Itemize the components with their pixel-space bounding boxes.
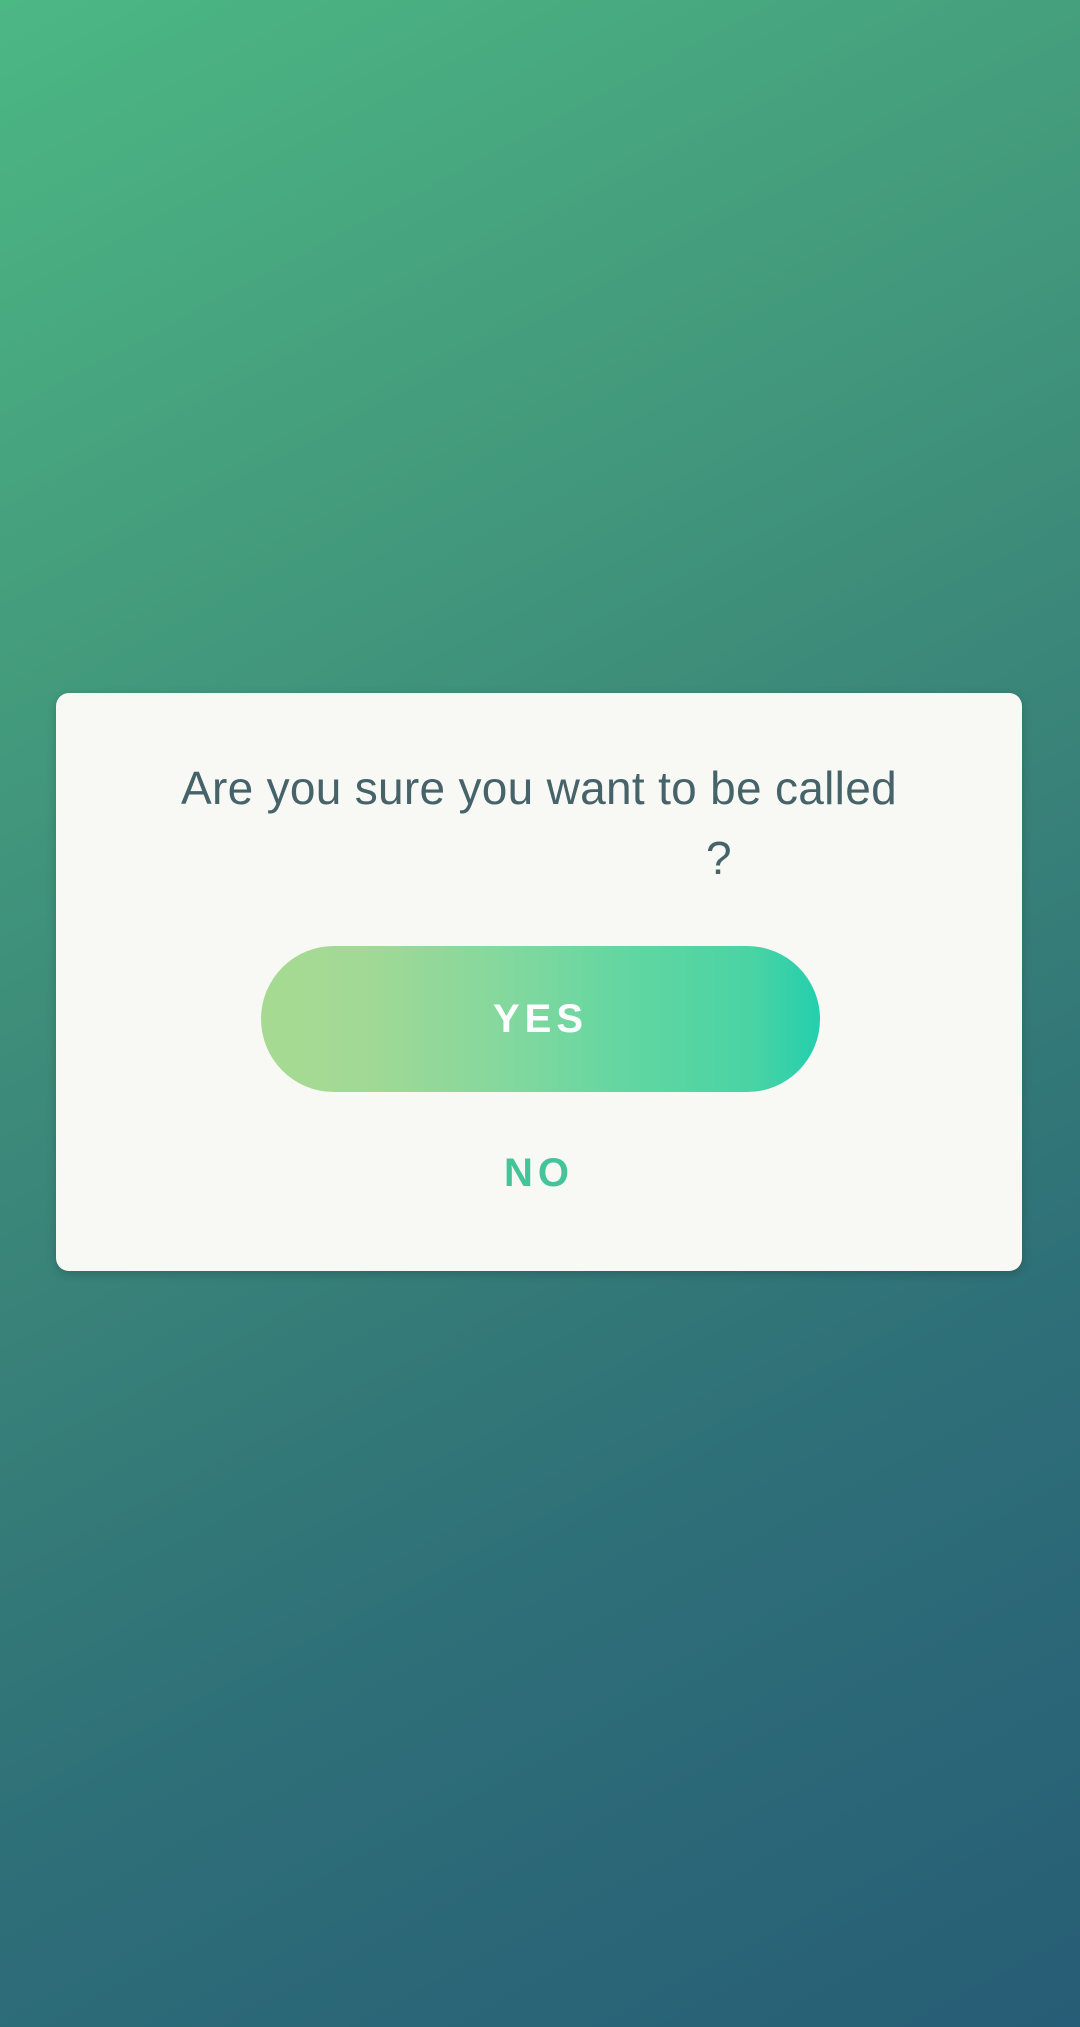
dialog-message: Are you sure you want to be called ? — [56, 753, 1022, 893]
no-button[interactable]: NO — [439, 1141, 639, 1205]
screen-background: { "dialog": { "message_line1": "Are you … — [0, 0, 1080, 2027]
yes-button[interactable]: YES — [261, 946, 820, 1092]
confirm-name-dialog: Are you sure you want to be called ? YES… — [56, 693, 1022, 1271]
question-mark: ? — [706, 832, 732, 884]
message-name-line: ? — [56, 823, 1022, 893]
message-text: Are you sure you want to be called — [181, 762, 897, 814]
